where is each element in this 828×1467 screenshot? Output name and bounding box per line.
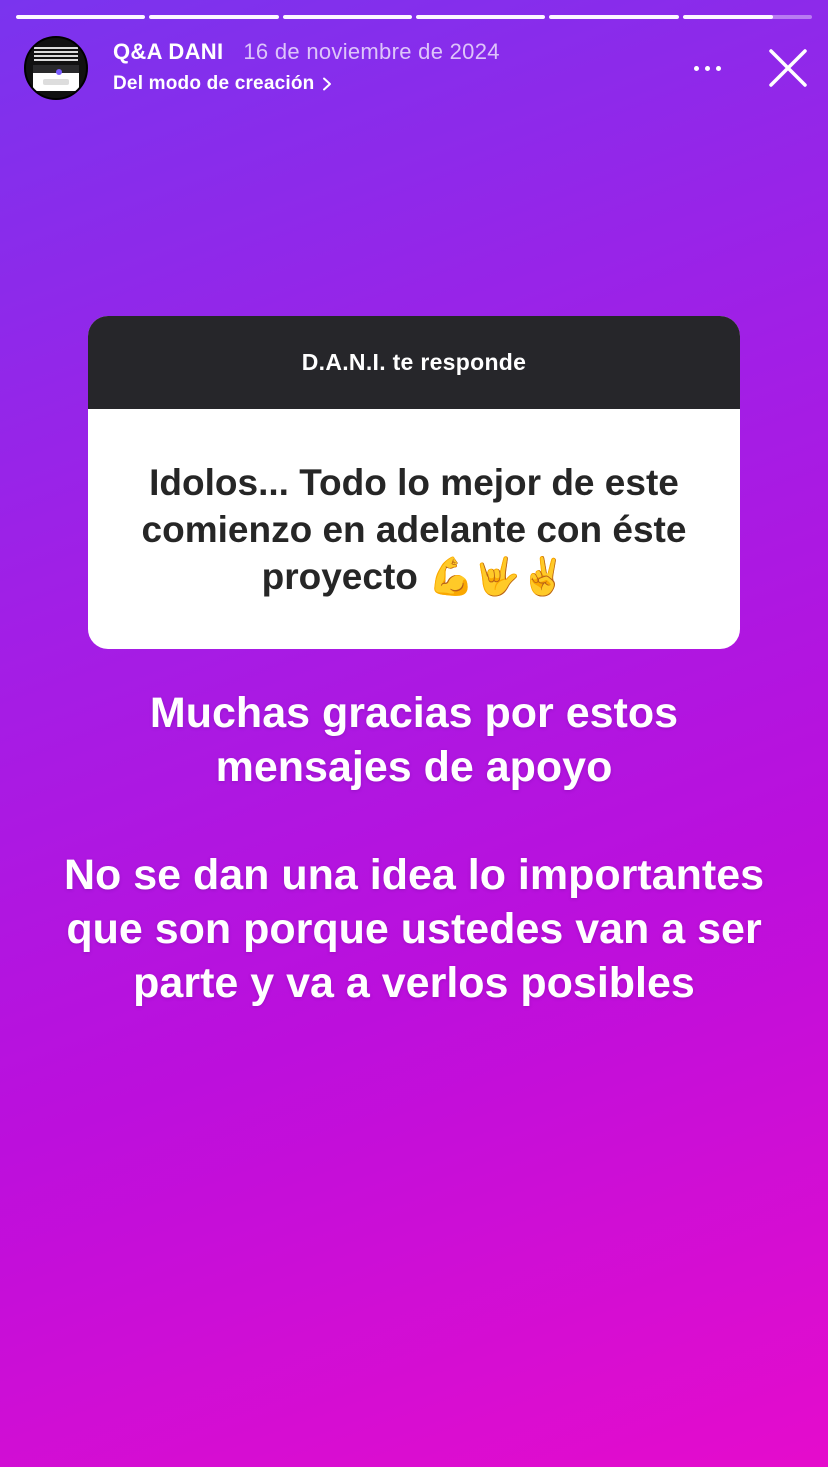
name-line: Q&A DANI 16 de noviembre de 2024 [113,39,500,65]
created-with-label: Del modo de creación [113,73,315,94]
story-header: Q&A DANI 16 de noviembre de 2024 Del mod… [24,36,810,102]
progress-segment [282,15,412,19]
qa-card-body: Idolos... Todo lo mejor de este comienzo… [88,409,740,649]
progress-segment [149,15,279,19]
story-text-thanks: Muchas gracias por estos mensajes de apo… [149,689,679,791]
qa-question-text: Idolos... Todo lo mejor de este comienzo… [141,461,687,597]
progress-segment [16,15,146,19]
close-icon[interactable] [766,46,810,90]
chevron-right-icon [323,77,332,91]
qa-response-card: D.A.N.I. te responde Idolos... Todo lo m… [88,316,740,649]
story-text-message: No se dan una idea lo importantes que so… [63,851,765,1007]
story-date: 16 de noviembre de 2024 [243,39,500,64]
qa-card-title: D.A.N.I. te responde [301,349,527,375]
progress-segment [549,15,679,19]
progress-segment [682,15,812,19]
progress-segment [415,15,546,19]
more-options-icon[interactable] [688,54,728,82]
username[interactable]: Q&A DANI [113,39,223,65]
story-progress-bar [16,15,812,19]
qa-card-header: D.A.N.I. te responde [88,316,740,409]
avatar[interactable] [24,36,88,100]
created-with-link[interactable]: Del modo de creación [113,73,332,95]
